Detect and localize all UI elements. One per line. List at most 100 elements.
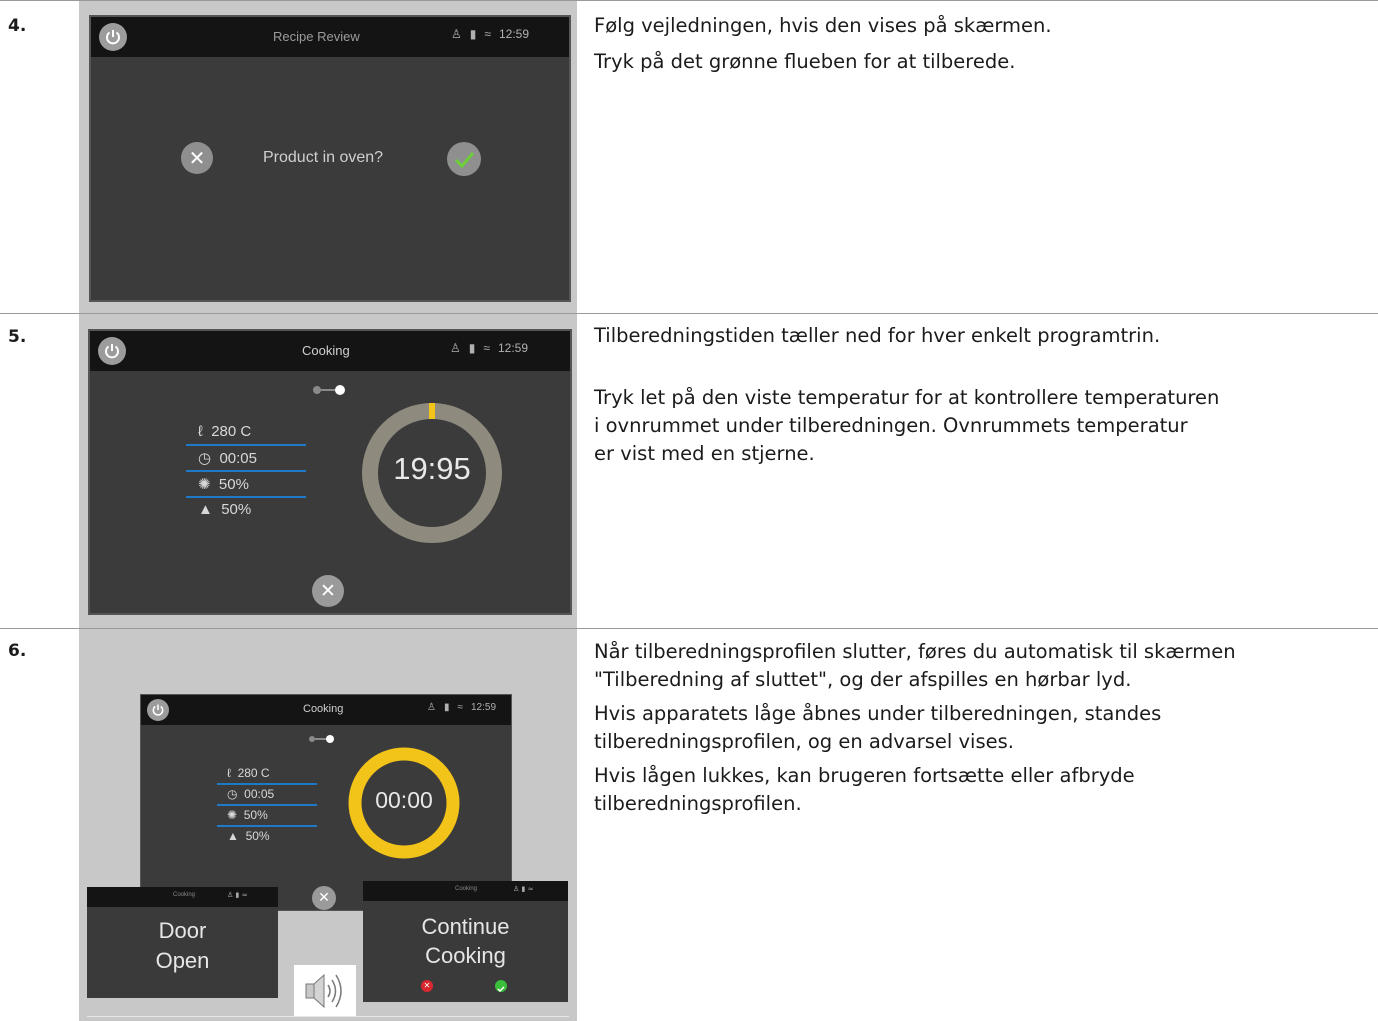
chef-icon: ♙ (450, 341, 461, 355)
chef-icon: ♙ (427, 702, 436, 713)
power-icon[interactable] (147, 699, 169, 721)
step-number: 6. (8, 641, 27, 661)
divider (217, 825, 317, 827)
temperature-value: 280 C (237, 766, 270, 780)
paragraph: tilberedningsprofilen. (594, 792, 802, 815)
thermometer-icon: ℓ (227, 766, 231, 780)
paragraph: Tryk på det grønne flueben for at tilber… (594, 50, 1016, 73)
step-5-screenshot: Cooking ♙ ▮ ≈12:59 ℓ 280 C ◷ 00:05 ✺ 50% ▲… (79, 314, 577, 628)
temperature-row[interactable]: ℓ 280 C (198, 423, 251, 440)
step-4-text: Følg vejledningen, hvis den vises på skæ… (594, 12, 1364, 76)
fan-value: 50% (218, 476, 249, 493)
popup-title: Cooking (173, 892, 196, 898)
screen-title: Recipe Review (273, 29, 360, 44)
step-6-screenshot: Cooking ♙ ▮ ≈12:59 ℓ 280 C ◷ 00:05 ✺ 50% ▲… (79, 629, 577, 1021)
fan-icon: ✺ (227, 808, 238, 822)
paragraph: i ovnrummet under tilberedningen. Ovnrum… (594, 414, 1188, 437)
screen-question: Product in oven? (263, 149, 384, 166)
door-open-popup: Cooking ♙ ▮ ≈ Door Open (87, 887, 278, 998)
step-number: 5. (8, 327, 27, 347)
divider (186, 444, 306, 446)
oven-screen: Cooking ♙ ▮ ≈12:59 ℓ 280 C ◷ 00:05 ✺ 50% ▲… (140, 694, 512, 911)
paragraph: Når tilberedningsprofilen slutter, føres… (594, 640, 1236, 663)
duration-value: 00:05 (244, 787, 275, 801)
continue-cooking-popup: Cooking ♙ ▮ ≈ Continue Cooking ✕ (363, 881, 568, 1002)
close-icon[interactable]: ✕ (312, 575, 344, 607)
divider (87, 1016, 569, 1017)
temperature-row[interactable]: ℓ 280 C (227, 766, 270, 780)
divider (217, 804, 317, 806)
timer-value: 19:95 (393, 451, 471, 486)
paragraph: Hvis lågen lukkes, kan brugeren fortsætt… (594, 764, 1135, 787)
clock-time: 12:59 (498, 27, 529, 41)
clock-time: 12:59 (470, 702, 497, 713)
paragraph: er vist med en stjerne. (594, 442, 815, 465)
popup-line: Cooking (425, 943, 506, 968)
screen-title: Cooking (302, 343, 350, 358)
duration-row[interactable]: ◷ 00:05 (227, 787, 274, 801)
paragraph: Hvis apparatets låge åbnes under tilbere… (594, 702, 1162, 725)
screen-top-bar: Recipe Review ♙ ▮ ≈12:59 (91, 17, 569, 57)
humidity-value: 50% (221, 501, 252, 518)
power-icon[interactable] (98, 337, 126, 365)
fan-row[interactable]: ✺ 50% (198, 475, 249, 493)
paragraph: Tilberedningstiden tæller ned for hver e… (594, 324, 1161, 347)
step-6-text: Når tilberedningsprofilen slutter, føres… (594, 638, 1364, 818)
humidity-icon: ▲ (227, 829, 239, 843)
step-number: 4. (8, 16, 27, 36)
close-icon[interactable]: ✕ (421, 980, 433, 992)
check-icon[interactable] (495, 980, 507, 993)
thermometer-icon: ℓ (198, 423, 203, 440)
popup-line: Continue (421, 914, 510, 939)
divider (186, 496, 306, 498)
status-icons: ♙ ▮ ≈ (513, 885, 534, 893)
step-5-text: Tilberedningstiden tæller ned for hver e… (594, 322, 1364, 468)
lock-icon: ▮ (443, 702, 450, 713)
power-icon[interactable] (99, 23, 127, 51)
fan-row[interactable]: ✺ 50% (227, 808, 268, 822)
fan-icon: ✺ (198, 476, 211, 493)
speaker-icon (294, 965, 356, 1017)
popup-top-bar: Cooking ♙ ▮ ≈ (87, 887, 278, 907)
humidity-row[interactable]: ▲ 50% (227, 829, 270, 843)
paragraph: Tryk let på den viste temperatur for at … (594, 386, 1220, 409)
popup-top-bar: Cooking ♙ ▮ ≈ (363, 881, 568, 901)
fan-value: 50% (243, 808, 268, 822)
screen-top-bar: Cooking ♙ ▮ ≈12:59 (90, 331, 570, 371)
chef-icon: ♙ (451, 27, 462, 41)
popup-line: Open (155, 948, 210, 973)
divider (217, 783, 317, 785)
screen-title: Cooking (303, 703, 344, 715)
step-dots (313, 385, 345, 395)
screen-top-bar: Cooking ♙ ▮ ≈12:59 (141, 695, 511, 725)
clock-icon: ◷ (227, 787, 238, 801)
clock-icon: ◷ (198, 450, 212, 467)
paragraph: "Tilberedning af sluttet", og der afspil… (594, 668, 1132, 691)
clock-time: 12:59 (497, 341, 528, 355)
popup-title: Cooking (455, 886, 478, 892)
close-icon[interactable]: ✕ (312, 886, 336, 910)
duration-row[interactable]: ◷ 00:05 (198, 449, 257, 467)
wifi-icon: ≈ (484, 27, 491, 41)
humidity-row[interactable]: ▲ 50% (198, 501, 251, 518)
wifi-icon: ≈ (457, 702, 463, 713)
temperature-value: 280 C (211, 423, 252, 440)
close-icon[interactable]: ✕ (181, 142, 213, 174)
lock-icon: ▮ (468, 341, 476, 355)
step-4-screenshot: Recipe Review ♙ ▮ ≈12:59 ✕ Product in oven… (79, 1, 577, 313)
oven-screen: Cooking ♙ ▮ ≈12:59 ℓ 280 C ◷ 00:05 ✺ 50% ▲… (88, 329, 572, 615)
humidity-value: 50% (245, 829, 270, 843)
paragraph: tilberedningsprofilen, og en advarsel vi… (594, 730, 1014, 753)
wifi-icon: ≈ (483, 341, 490, 355)
paragraph: Følg vejledningen, hvis den vises på skæ… (594, 14, 1052, 37)
check-icon[interactable] (447, 142, 481, 176)
timer-value: 00:00 (375, 787, 433, 813)
popup-line: Door (158, 918, 207, 943)
status-icons: ♙ ▮ ≈ (227, 891, 248, 899)
humidity-icon: ▲ (198, 501, 213, 518)
oven-screen: Recipe Review ♙ ▮ ≈12:59 ✕ Product in oven… (89, 15, 571, 302)
duration-value: 00:05 (219, 450, 257, 467)
step-dots (309, 735, 334, 743)
lock-icon: ▮ (469, 27, 477, 41)
divider (186, 470, 306, 472)
